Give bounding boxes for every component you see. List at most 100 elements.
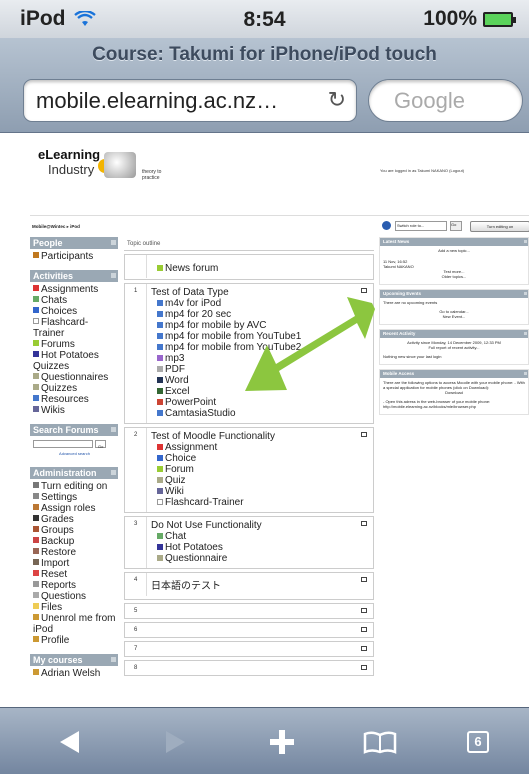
section-toggle-icon[interactable]	[361, 577, 367, 582]
section-toggle-icon[interactable]	[361, 288, 367, 293]
audio-icon	[157, 355, 163, 361]
admin-link[interactable]: Import	[33, 558, 116, 569]
admin-link[interactable]: Grades	[33, 514, 116, 525]
assignment-icon	[157, 444, 163, 450]
section-2: 2 Test of Moodle Functionality Assignmen…	[124, 427, 374, 513]
activity-link[interactable]: Flashcard-Trainer	[33, 317, 116, 339]
chat-icon	[33, 296, 39, 302]
admin-link[interactable]: Settings	[33, 492, 116, 503]
section-title: 日本語のテスト	[151, 581, 221, 592]
battery-icon	[483, 11, 516, 27]
section-toggle-icon[interactable]	[361, 665, 367, 670]
resource-link[interactable]: Excel	[157, 386, 370, 397]
resource-link[interactable]: mp4 for mobile from YouTube1	[157, 331, 370, 342]
activity-link[interactable]: Choice	[157, 453, 370, 464]
url-text: mobile.elearning.ac.nz…	[36, 88, 279, 113]
role-go-button[interactable]: Go	[450, 221, 462, 231]
activity-link[interactable]: Choices	[33, 306, 116, 317]
resource-link[interactable]: CamtasiaStudio	[157, 408, 370, 419]
turn-editing-on-button[interactable]: Turn editing on	[470, 221, 529, 232]
breadcrumb[interactable]: Mobile@Wintec ▸ iPod	[32, 224, 80, 230]
resource-link[interactable]: PowerPoint	[157, 397, 370, 408]
pages-button[interactable]: 6	[458, 724, 498, 760]
participants-link[interactable]: Participants	[33, 251, 116, 262]
admin-link[interactable]: Reset	[33, 569, 116, 580]
block-title[interactable]: Search Forums	[30, 424, 118, 436]
admin-link[interactable]: Reports	[33, 580, 116, 591]
block-title[interactable]: Mobile Access	[380, 370, 528, 378]
resource-link[interactable]: mp4 for 20 sec	[157, 309, 370, 320]
forum-search-go-button[interactable]: Go	[95, 440, 107, 449]
admin-link[interactable]: Backup	[33, 536, 116, 547]
admin-link[interactable]: Turn editing on	[33, 481, 116, 492]
block-title[interactable]: Recent Activity	[380, 330, 528, 338]
block-title[interactable]: Administration	[30, 467, 118, 479]
activity-link[interactable]: Assignments	[33, 284, 116, 295]
activity-link[interactable]: Resources	[33, 394, 116, 405]
activity-link[interactable]: Questionnaire	[157, 553, 370, 564]
activity-link[interactable]: Chat	[157, 531, 370, 542]
activity-link[interactable]: Forums	[33, 339, 116, 350]
admin-link[interactable]: Assign roles	[33, 503, 116, 514]
url-field[interactable]: mobile.elearning.ac.nz… ↻	[23, 79, 357, 122]
forward-button[interactable]	[155, 724, 195, 760]
activity-link[interactable]: Assignment	[157, 442, 370, 453]
logged-in-info[interactable]: You are logged in as Takumi NAKANO (Logo…	[380, 168, 464, 173]
resource-link[interactable]: PDF	[157, 364, 370, 375]
section-toggle-icon[interactable]	[361, 646, 367, 651]
quiz-icon	[33, 384, 39, 390]
activity-link[interactable]: Quiz	[157, 475, 370, 486]
search-field[interactable]: Google	[368, 79, 523, 122]
resource-link[interactable]: mp4 for mobile from YouTube2	[157, 342, 370, 353]
download-link[interactable]: Download	[383, 390, 525, 395]
activity-link[interactable]: Wiki	[157, 486, 370, 497]
activity-link[interactable]: Hot Potatoes	[157, 542, 370, 553]
resource-link[interactable]: m4v for iPod	[157, 298, 370, 309]
full-report-link[interactable]: Full report of recent activity...	[383, 345, 525, 350]
back-button[interactable]	[50, 724, 90, 760]
activity-link[interactable]: Forum	[157, 464, 370, 475]
new-event-link[interactable]: New Event...	[383, 314, 525, 319]
roles-icon	[33, 504, 39, 510]
activity-link[interactable]: Hot Potatoes Quizzes	[33, 350, 116, 372]
resource-link[interactable]: Word	[157, 375, 370, 386]
block-title[interactable]: Latest News	[380, 238, 528, 246]
admin-link[interactable]: Restore	[33, 547, 116, 558]
resource-link[interactable]: mp4 for mobile by AVC	[157, 320, 370, 331]
activity-link[interactable]: News forum	[157, 263, 370, 274]
older-topics-link[interactable]: Older topics...	[383, 274, 525, 279]
section-toggle-icon[interactable]	[361, 627, 367, 632]
administration-block: Administration Turn editing on Settings …	[30, 467, 118, 648]
section-toggle-icon[interactable]	[361, 521, 367, 526]
admin-link[interactable]: Groups	[33, 525, 116, 536]
activity-link[interactable]: Flashcard-Trainer	[157, 497, 370, 508]
site-logo[interactable]: eLearning Industry theory to practice	[38, 147, 178, 189]
bookmarks-button[interactable]	[360, 724, 400, 760]
resource-link[interactable]: mp3	[157, 353, 370, 364]
role-select[interactable]: Switch role to...	[395, 221, 447, 231]
admin-link[interactable]: Files	[33, 602, 116, 613]
admin-link[interactable]: Questions	[33, 591, 116, 602]
admin-link[interactable]: Profile	[33, 635, 116, 646]
video-icon	[157, 333, 163, 339]
activity-link[interactable]: Chats	[33, 295, 116, 306]
forum-search-input[interactable]	[33, 440, 93, 448]
course-link[interactable]: Adrian Welsh	[33, 668, 116, 679]
activity-link[interactable]: Wikis	[33, 405, 116, 416]
reload-icon[interactable]: ↻	[328, 87, 346, 113]
block-title[interactable]: Upcoming Events	[380, 290, 528, 298]
advanced-search-link[interactable]: Advanced search	[33, 448, 116, 459]
section-toggle-icon[interactable]	[361, 608, 367, 613]
section-toggle-icon[interactable]	[361, 432, 367, 437]
add-topic-link[interactable]: Add a new topic...	[383, 248, 525, 253]
activity-link[interactable]: Quizzes	[33, 383, 116, 394]
block-title[interactable]: My courses	[30, 654, 118, 666]
access-url[interactable]: http://mobile.elearning.ac.nz/blocks/mle…	[383, 404, 525, 409]
block-title[interactable]: Activities	[30, 270, 118, 282]
activity-link[interactable]: Questionnaires	[33, 372, 116, 383]
forum-icon	[157, 466, 163, 472]
add-bookmark-button[interactable]	[262, 724, 302, 760]
block-title[interactable]: People	[30, 237, 118, 249]
help-icon[interactable]	[382, 221, 391, 230]
admin-link[interactable]: Unenrol me from iPod	[33, 613, 116, 635]
